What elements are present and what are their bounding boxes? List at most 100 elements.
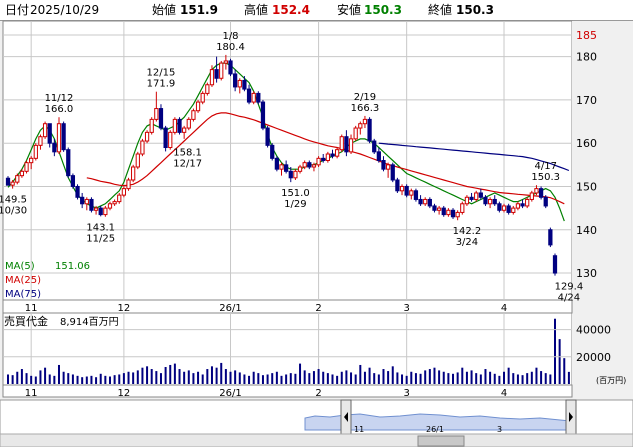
- volume-bar: [303, 370, 306, 384]
- legend-ma25-label: MA(25): [5, 275, 41, 286]
- annotation-date: 11/12: [45, 93, 74, 104]
- volume-bar: [132, 372, 135, 384]
- candle-body: [237, 79, 242, 88]
- volume-bar: [62, 371, 65, 384]
- candle-body: [256, 92, 261, 103]
- candle-body: [464, 196, 470, 205]
- x-tick-label-lower: 11: [25, 388, 38, 399]
- volume-bar: [368, 367, 371, 384]
- candle-body: [126, 179, 131, 190]
- candle-body: [112, 201, 117, 205]
- volume-bar: [25, 373, 28, 384]
- candle-body: [154, 108, 159, 120]
- scrollbar-thumb[interactable]: [417, 435, 465, 447]
- volume-bar: [567, 371, 570, 384]
- volume-bar: [85, 376, 88, 384]
- volume-bar: [447, 373, 450, 384]
- candle-body: [270, 144, 275, 159]
- volume-bar: [238, 372, 241, 384]
- annotation-date: 12/17: [173, 158, 202, 169]
- volume-bar: [503, 371, 506, 384]
- volume-bar: [452, 373, 455, 384]
- annotation-value: 129.4: [555, 282, 584, 293]
- volume-tick-label: 40000: [576, 324, 611, 337]
- candle-body: [450, 209, 456, 218]
- volume-bar: [76, 375, 79, 384]
- annotation-value: 171.9: [147, 79, 176, 90]
- candle-body: [172, 118, 178, 133]
- volume-bar: [489, 371, 492, 384]
- candle-body: [70, 175, 76, 187]
- annotation-date: 10/30: [0, 206, 27, 217]
- volume-bar: [20, 369, 23, 384]
- candle-body: [478, 192, 483, 198]
- volume-bar: [187, 370, 190, 384]
- candle-body: [195, 101, 201, 112]
- candle-body: [163, 127, 168, 149]
- candle-body: [441, 207, 446, 216]
- candle-body: [200, 92, 205, 103]
- volume-bar: [396, 372, 399, 384]
- annotation-date: 4/17: [534, 161, 556, 172]
- volume-bar: [456, 372, 459, 384]
- x-tick-label-lower: 26/1: [219, 388, 241, 399]
- candle-body: [492, 198, 497, 205]
- candle-body: [42, 123, 48, 138]
- candle-body: [228, 60, 233, 75]
- candle-body: [177, 118, 182, 133]
- volume-bar: [479, 374, 482, 384]
- volume-bar: [516, 374, 519, 384]
- volume-bar: [150, 369, 153, 384]
- annotation-value: 151.0: [281, 188, 310, 199]
- candle-body: [381, 160, 386, 170]
- volume-bar: [95, 377, 98, 384]
- candle-body: [84, 198, 89, 205]
- volume-bar: [350, 372, 353, 384]
- volume-bar: [16, 371, 19, 384]
- volume-bar: [220, 362, 223, 384]
- volume-bar: [521, 375, 524, 384]
- annotation-date: 1/8: [222, 31, 238, 42]
- candle-body: [205, 84, 210, 94]
- candle-body: [191, 110, 196, 120]
- annotation-value: 166.3: [351, 103, 380, 114]
- volume-bar: [197, 371, 200, 384]
- price-tick-label: 170: [576, 94, 597, 107]
- volume-bar: [326, 373, 329, 384]
- candle-body: [348, 138, 354, 153]
- volume-bar: [540, 371, 543, 384]
- volume-bar: [122, 373, 125, 384]
- volume-bar: [108, 376, 111, 384]
- range-navigator[interactable]: 11 26/1 3: [0, 399, 633, 447]
- volume-bar: [99, 373, 102, 384]
- x-tick-label-lower: 4: [501, 388, 507, 399]
- volume-tick-label: 20000: [576, 351, 611, 364]
- navigator-tick-26-1: 26/1: [426, 425, 444, 434]
- candle-body: [131, 166, 136, 181]
- horizontal-scrollbar[interactable]: [0, 433, 633, 447]
- x-tick-label: 3: [403, 303, 409, 314]
- price-tick-label: 150: [576, 180, 597, 193]
- candle-body: [436, 207, 442, 211]
- annotation-date: 1/29: [284, 199, 306, 210]
- legend-ma5-label: MA(5): [5, 261, 35, 272]
- candle-body: [469, 196, 474, 200]
- volume-bar: [48, 374, 51, 384]
- candle-body: [33, 144, 38, 159]
- annotation-value: 158.1: [173, 147, 202, 158]
- candle-body: [47, 123, 52, 144]
- candle-body: [144, 131, 150, 142]
- candle-body: [223, 60, 228, 64]
- volume-bar: [201, 374, 204, 384]
- volume-bar: [359, 364, 362, 384]
- candle-body: [339, 136, 344, 151]
- annotation-date: 3/24: [456, 237, 478, 248]
- x-tick-label: 26/1: [219, 303, 241, 314]
- volume-bar: [30, 375, 33, 384]
- candle-body: [385, 164, 391, 170]
- candle-body: [29, 157, 34, 164]
- candle-body: [335, 149, 340, 157]
- candle-body: [15, 175, 20, 183]
- x-tick-label: 11: [25, 303, 38, 314]
- candle-body: [135, 153, 140, 168]
